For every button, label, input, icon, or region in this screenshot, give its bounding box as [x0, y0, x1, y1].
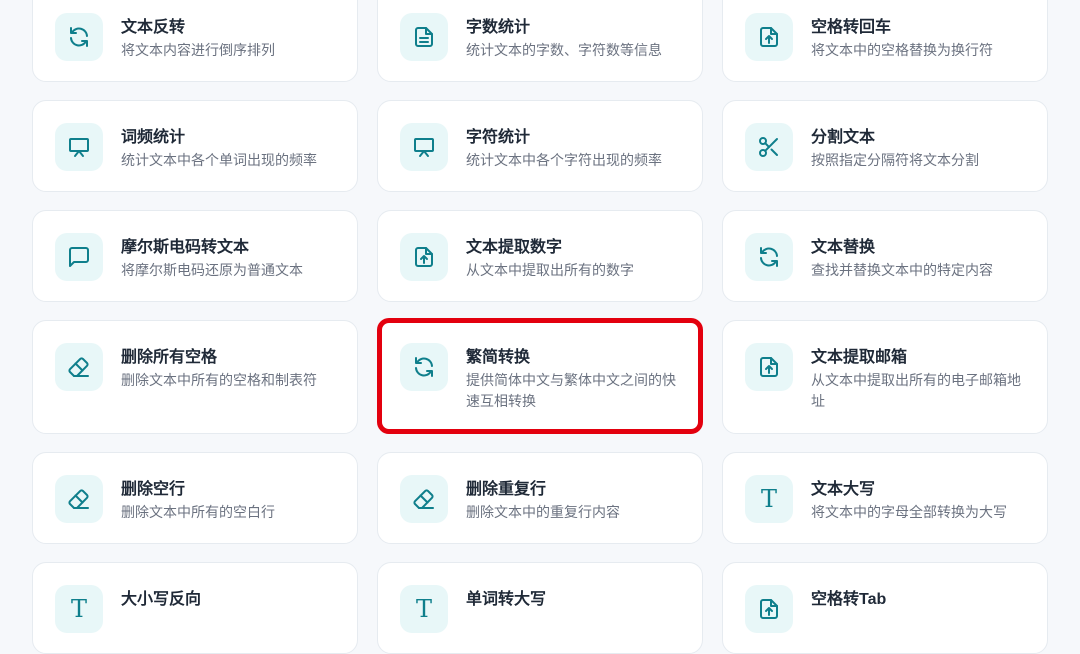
tool-card-word-uppercase[interactable]: T 单词转大写 [377, 562, 703, 654]
tool-card-word-frequency[interactable]: 词频统计 统计文本中各个单词出现的频率 [32, 100, 358, 192]
tool-card-text-replace[interactable]: 文本替换 查找并替换文本中的特定内容 [722, 210, 1048, 302]
card-title: 文本替换 [811, 239, 876, 256]
tool-card-space-to-tab[interactable]: 空格转Tab [722, 562, 1048, 654]
tool-card-extract-emails[interactable]: 文本提取邮箱 从文本中提取出所有的电子邮箱地址 [722, 320, 1048, 434]
scissors-icon [745, 123, 793, 171]
card-desc: 删除文本中所有的空白行 [121, 504, 275, 520]
refresh-icon [745, 233, 793, 281]
card-title: 文本反转 [121, 19, 186, 36]
card-title: 字符统计 [466, 129, 531, 146]
presentation-icon [400, 123, 448, 171]
document-icon [400, 13, 448, 61]
tool-card-remove-empty-lines[interactable]: 删除空行 删除文本中所有的空白行 [32, 452, 358, 544]
tool-card-text-uppercase[interactable]: T 文本大写 将文本中的字母全部转换为大写 [722, 452, 1048, 544]
eraser-icon [400, 475, 448, 523]
text-t-icon: T [745, 475, 793, 523]
card-desc: 统计文本中各个单词出现的频率 [121, 152, 317, 168]
file-upload-icon [745, 13, 793, 61]
card-title: 删除所有空格 [121, 349, 218, 366]
tool-card-word-count[interactable]: 字数统计 统计文本的字数、字符数等信息 [377, 0, 703, 82]
chat-icon [55, 233, 103, 281]
file-upload-icon [745, 343, 793, 391]
tool-card-space-to-newline[interactable]: 空格转回车 将文本中的空格替换为换行符 [722, 0, 1048, 82]
card-title: 删除重复行 [466, 481, 547, 498]
card-desc: 将文本中的字母全部转换为大写 [811, 504, 1007, 520]
card-title: 单词转大写 [466, 591, 547, 608]
card-desc: 将文本中的空格替换为换行符 [811, 42, 993, 58]
card-desc: 将摩尔斯电码还原为普通文本 [121, 262, 303, 278]
card-title: 分割文本 [811, 129, 876, 146]
card-title: 空格转回车 [811, 19, 892, 36]
tool-card-morse-to-text[interactable]: 摩尔斯电码转文本 将摩尔斯电码还原为普通文本 [32, 210, 358, 302]
eraser-icon [55, 343, 103, 391]
card-title: 删除空行 [121, 481, 186, 498]
card-title: 文本提取数字 [466, 239, 563, 256]
card-title: 空格转Tab [811, 591, 887, 608]
text-t-icon: T [400, 585, 448, 633]
tool-grid: 文本反转 将文本内容进行倒序排列 字数统计 统计文本的字数、字符数等信息 空格转… [0, 0, 1080, 654]
card-title: 繁简转换 [466, 349, 531, 366]
card-desc: 从文本中提取出所有的电子邮箱地址 [811, 372, 1021, 409]
presentation-icon [55, 123, 103, 171]
card-title: 摩尔斯电码转文本 [121, 239, 250, 256]
refresh-icon [55, 13, 103, 61]
card-desc: 统计文本中各个字符出现的频率 [466, 152, 662, 168]
file-upload-icon [400, 233, 448, 281]
tool-card-remove-all-spaces[interactable]: 删除所有空格 删除文本中所有的空格和制表符 [32, 320, 358, 434]
card-title: 大小写反向 [121, 591, 202, 608]
text-t-icon: T [55, 585, 103, 633]
tool-card-traditional-simplified[interactable]: 繁简转换 提供简体中文与繁体中文之间的快速互相转换 [377, 320, 703, 434]
tool-card-char-count[interactable]: 字符统计 统计文本中各个字符出现的频率 [377, 100, 703, 192]
card-desc: 查找并替换文本中的特定内容 [811, 262, 993, 278]
tool-card-extract-numbers[interactable]: 文本提取数字 从文本中提取出所有的数字 [377, 210, 703, 302]
tool-card-remove-duplicate-lines[interactable]: 删除重复行 删除文本中的重复行内容 [377, 452, 703, 544]
card-desc: 将文本内容进行倒序排列 [121, 42, 275, 58]
refresh-icon [400, 343, 448, 391]
tool-card-text-reverse[interactable]: 文本反转 将文本内容进行倒序排列 [32, 0, 358, 82]
card-desc: 从文本中提取出所有的数字 [466, 262, 634, 278]
card-desc: 统计文本的字数、字符数等信息 [466, 42, 662, 58]
tool-card-case-invert[interactable]: T 大小写反向 [32, 562, 358, 654]
card-desc: 删除文本中所有的空格和制表符 [121, 372, 317, 388]
file-upload-icon [745, 585, 793, 633]
eraser-icon [55, 475, 103, 523]
card-title: 词频统计 [121, 129, 186, 146]
tool-card-split-text[interactable]: 分割文本 按照指定分隔符将文本分割 [722, 100, 1048, 192]
card-title: 文本大写 [811, 481, 876, 498]
card-title: 字数统计 [466, 19, 531, 36]
card-desc: 提供简体中文与繁体中文之间的快速互相转换 [466, 372, 676, 409]
card-desc: 按照指定分隔符将文本分割 [811, 152, 979, 168]
card-title: 文本提取邮箱 [811, 349, 908, 366]
card-desc: 删除文本中的重复行内容 [466, 504, 620, 520]
